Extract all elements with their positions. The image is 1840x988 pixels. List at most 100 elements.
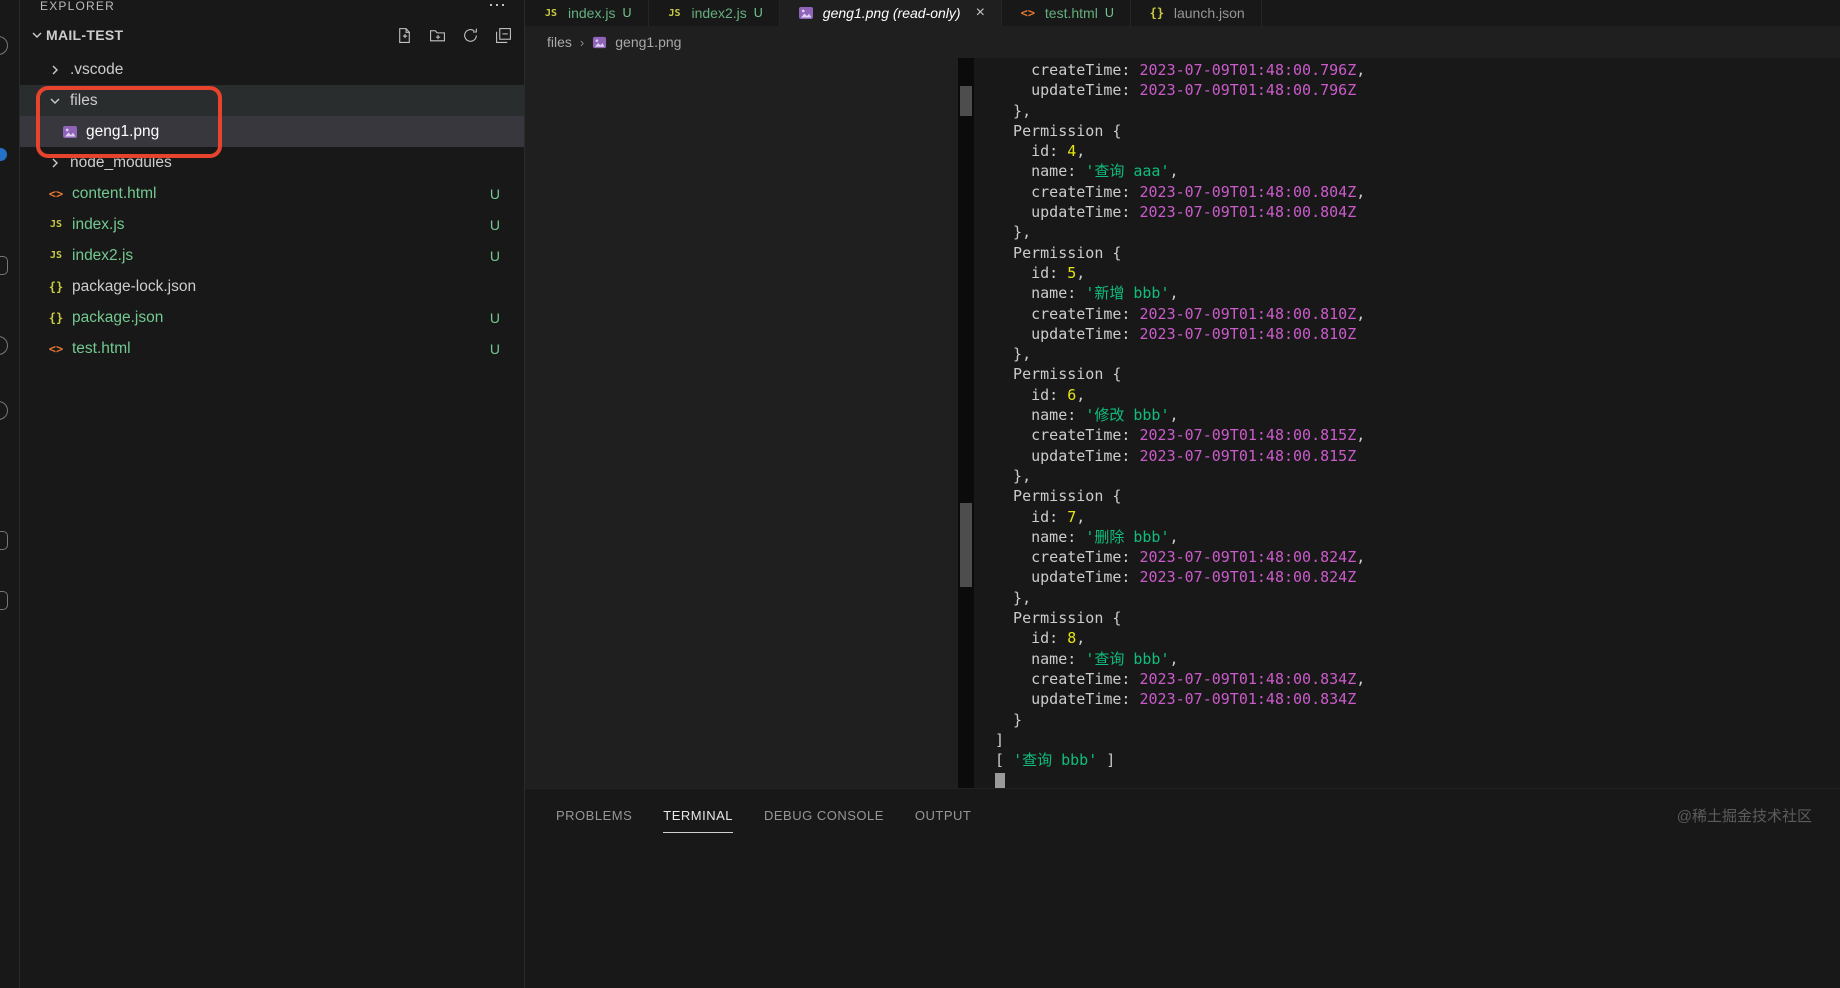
terminal-line: Permission { bbox=[995, 487, 1122, 506]
chevron-right-icon bbox=[46, 62, 64, 78]
terminal-line: [ '查询 bbb' ] bbox=[995, 751, 1116, 770]
terminal-line: name: '新增 bbb', bbox=[995, 284, 1179, 303]
tree-item-package-lock-json[interactable]: {} package-lock.json bbox=[20, 271, 524, 302]
explorer-title: EXPLORER bbox=[40, 0, 115, 13]
breadcrumb-file[interactable]: geng1.png bbox=[615, 34, 681, 50]
terminal-line: ] bbox=[995, 730, 1005, 749]
tree-item-content-html[interactable]: <> content.html U bbox=[20, 178, 524, 209]
terminal-line: id: 5, bbox=[995, 263, 1086, 282]
scrollbar-thumb[interactable] bbox=[960, 86, 972, 116]
editor-tab-geng1-png[interactable]: geng1.png (read-only) × bbox=[779, 0, 1002, 26]
breadcrumb-folder[interactable]: files bbox=[547, 34, 572, 50]
panel-body-empty bbox=[525, 842, 1840, 988]
tree-item-package-json[interactable]: {} package.json U bbox=[20, 302, 524, 333]
scrollbar-thumb[interactable] bbox=[960, 503, 972, 587]
editor-tab-index-js[interactable]: JS index.js U bbox=[525, 0, 649, 26]
tree-item-index2-js[interactable]: JS index2.js U bbox=[20, 240, 524, 271]
tab-label: geng1.png (read-only) bbox=[822, 5, 961, 21]
tree-item-test-html[interactable]: <> test.html U bbox=[20, 333, 524, 364]
image-file-icon bbox=[796, 5, 816, 21]
tab-label: index.js bbox=[568, 5, 616, 21]
chevron-right-icon bbox=[46, 155, 64, 171]
tree-item-geng1-png[interactable]: geng1.png bbox=[20, 116, 524, 147]
tree-item-label: content.html bbox=[72, 184, 157, 202]
html-file-icon: <> bbox=[48, 186, 64, 201]
terminal-line: updateTime: 2023-07-09T01:48:00.804Z bbox=[995, 203, 1357, 222]
terminal-line: id: 6, bbox=[995, 385, 1086, 404]
terminal-line bbox=[995, 770, 1840, 788]
terminal-line: Permission { bbox=[995, 365, 1122, 384]
activity-bar-icon[interactable] bbox=[0, 36, 8, 55]
terminal-line: } bbox=[995, 710, 1023, 729]
new-folder-icon[interactable] bbox=[428, 26, 446, 44]
activity-bar-icon[interactable] bbox=[0, 256, 8, 275]
tree-item-index-js[interactable]: JS index.js U bbox=[20, 209, 524, 240]
terminal-line: updateTime: 2023-07-09T01:48:00.824Z bbox=[995, 568, 1357, 587]
terminal-line: name: '删除 bbb', bbox=[995, 527, 1179, 546]
tree-item--vscode[interactable]: .vscode bbox=[20, 54, 524, 85]
tree-item-files[interactable]: files bbox=[20, 85, 524, 116]
tree-item-node_modules[interactable]: node_modules bbox=[20, 147, 524, 178]
tree-item-label: node_modules bbox=[70, 153, 172, 171]
project-section-header[interactable]: MAIL-TEST bbox=[20, 16, 524, 54]
close-icon[interactable]: × bbox=[976, 5, 985, 21]
explorer-sidebar: EXPLORER ⋯ MAIL-TEST .vscode files geng1.p… bbox=[20, 0, 525, 988]
js-file-icon: JS bbox=[49, 250, 63, 261]
image-preview-pane bbox=[525, 58, 958, 788]
scrollbar-track[interactable] bbox=[958, 58, 974, 788]
terminal-line: createTime: 2023-07-09T01:48:00.810Z, bbox=[995, 304, 1366, 323]
explorer-more-actions-icon[interactable]: ⋯ bbox=[488, 0, 506, 16]
tab-git-badge: U bbox=[1104, 6, 1114, 20]
json-file-icon: {} bbox=[1149, 6, 1165, 20]
tab-label: launch.json bbox=[1173, 5, 1245, 21]
panel-tab-terminal[interactable]: TERMINAL bbox=[663, 789, 733, 842]
activity-bar-icon[interactable] bbox=[0, 591, 8, 610]
collapse-all-icon[interactable] bbox=[494, 26, 512, 44]
terminal-line: createTime: 2023-07-09T01:48:00.824Z, bbox=[995, 548, 1366, 567]
refresh-icon[interactable] bbox=[461, 26, 479, 44]
watermark-text: @稀土掘金技术社区 bbox=[1676, 808, 1812, 825]
git-status-badge: U bbox=[489, 309, 500, 326]
terminal-line: Permission { bbox=[995, 609, 1122, 628]
editor-tab-index2-js[interactable]: JS index2.js U bbox=[648, 0, 780, 26]
panel-header: PROBLEMS TERMINAL DEBUG CONSOLE OUTPUT @稀土掘… bbox=[525, 788, 1840, 842]
chevron-right-icon: › bbox=[579, 34, 585, 50]
tree-item-label: files bbox=[70, 91, 98, 109]
terminal-line: id: 8, bbox=[995, 629, 1086, 648]
panel-tab-problems[interactable]: PROBLEMS bbox=[556, 789, 632, 842]
terminal-output[interactable]: createTime: 2023-07-09T01:48:00.796Z, up… bbox=[974, 58, 1840, 788]
terminal-line: Permission { bbox=[995, 121, 1122, 140]
panel-tab-output[interactable]: OUTPUT bbox=[915, 789, 971, 842]
terminal-line: }, bbox=[995, 588, 1032, 607]
tree-item-label: package-lock.json bbox=[72, 277, 197, 295]
vscode-window: EXPLORER ⋯ MAIL-TEST .vscode files geng1.p… bbox=[0, 0, 1840, 988]
editor-tab-launch-json[interactable]: {} launch.json bbox=[1130, 0, 1262, 26]
new-file-icon[interactable] bbox=[395, 26, 413, 44]
terminal-line: name: '修改 bbb', bbox=[995, 406, 1179, 425]
json-file-icon: {} bbox=[48, 310, 64, 325]
tree-item-label: index.js bbox=[72, 215, 125, 233]
activity-bar bbox=[0, 0, 20, 988]
activity-bar-icon[interactable] bbox=[0, 531, 8, 550]
activity-bar-icon[interactable] bbox=[0, 336, 8, 355]
json-file-icon: {} bbox=[48, 279, 64, 294]
terminal-line: createTime: 2023-07-09T01:48:00.834Z, bbox=[995, 669, 1366, 688]
breadcrumb[interactable]: files › geng1.png bbox=[525, 26, 1840, 58]
tree-item-label: .vscode bbox=[70, 60, 124, 78]
activity-bar-icon[interactable] bbox=[0, 401, 8, 420]
image-icon bbox=[592, 35, 607, 50]
panel-tab-bar: PROBLEMS TERMINAL DEBUG CONSOLE OUTPUT bbox=[556, 789, 971, 842]
terminal-line: createTime: 2023-07-09T01:48:00.804Z, bbox=[995, 182, 1366, 201]
git-status-badge: U bbox=[489, 216, 500, 233]
panel-tab-debug-console[interactable]: DEBUG CONSOLE bbox=[764, 789, 884, 842]
terminal-line: }, bbox=[995, 466, 1032, 485]
editor-tab-test-html[interactable]: <> test.html U bbox=[1001, 0, 1131, 26]
terminal-line: name: '查询 aaa', bbox=[995, 162, 1179, 181]
activity-badge-dot bbox=[0, 148, 7, 161]
chevron-down-icon bbox=[28, 27, 46, 43]
git-status-badge: U bbox=[489, 247, 500, 264]
explorer-toolbar bbox=[395, 26, 512, 44]
terminal-line: createTime: 2023-07-09T01:48:00.796Z, bbox=[995, 61, 1366, 79]
terminal-line: createTime: 2023-07-09T01:48:00.815Z, bbox=[995, 426, 1366, 445]
terminal-line: name: '查询 bbb', bbox=[995, 649, 1179, 668]
